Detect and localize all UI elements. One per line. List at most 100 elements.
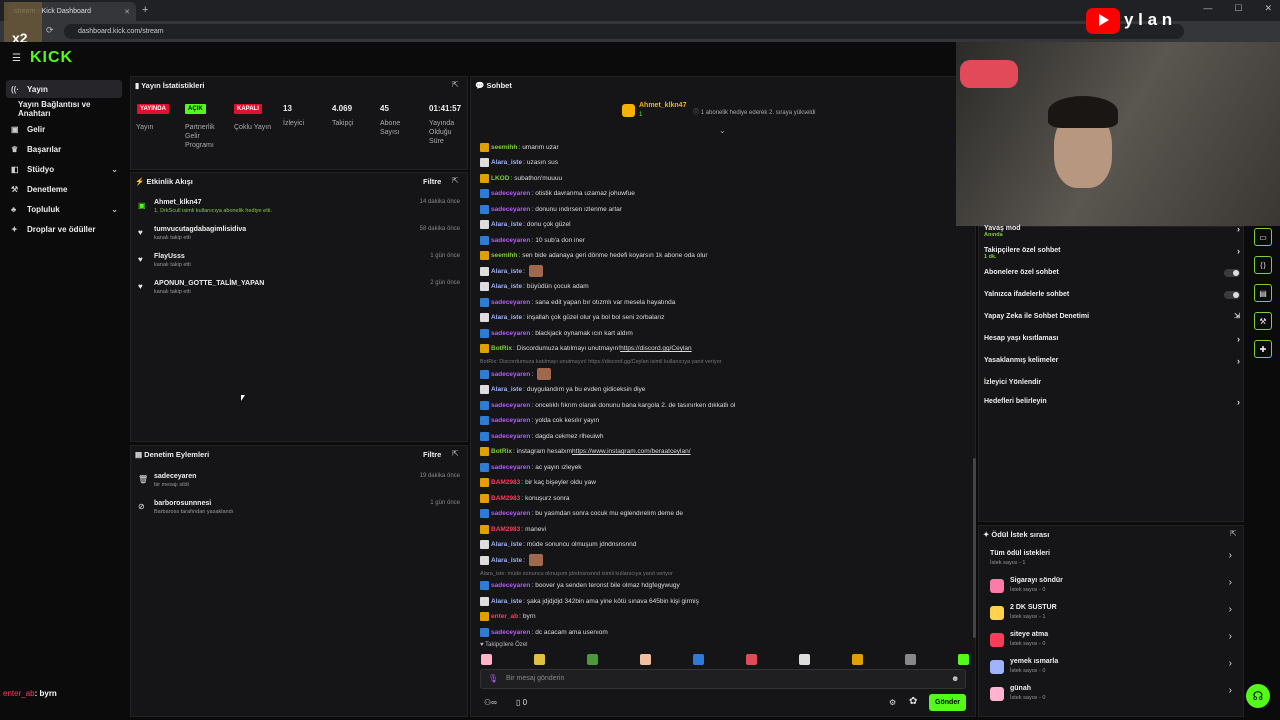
- filter-button[interactable]: Filtre: [423, 177, 441, 186]
- setting-row[interactable]: Hedefleri belirleyin ›: [984, 397, 1240, 407]
- setting-row[interactable]: İzleyici Yönlendir: [984, 379, 1240, 386]
- chat-username[interactable]: sadeceyaren: [491, 299, 530, 306]
- chat-username[interactable]: Alara_iste: [491, 598, 522, 605]
- toggle-switch[interactable]: [1224, 269, 1240, 277]
- emote-button[interactable]: [693, 654, 704, 665]
- chat-username[interactable]: Alara_iste: [491, 541, 522, 548]
- sidebar-item-denetleme[interactable]: ⚒ Denetleme: [6, 180, 122, 198]
- chat-username[interactable]: sadeceyaren: [491, 371, 530, 378]
- emote-button[interactable]: [905, 654, 916, 665]
- close-window-icon[interactable]: ✕: [1264, 3, 1272, 14]
- send-button[interactable]: Gönder: [929, 694, 966, 711]
- setting-row[interactable]: Yasaklanmış kelimeler ›: [984, 356, 1240, 366]
- chat-username[interactable]: Alara_iste: [491, 268, 522, 275]
- chat-username[interactable]: sadeceyaren: [491, 417, 530, 424]
- emote-tab-label[interactable]: ♥ Takipçilere Özel: [480, 642, 527, 648]
- emote-button[interactable]: [481, 654, 492, 665]
- emote-button[interactable]: [852, 654, 863, 665]
- setting-row[interactable]: Yapay Zeka ile Sohbet Denetimi ⇲: [984, 313, 1240, 320]
- help-icon[interactable]: ☊: [1246, 684, 1270, 708]
- broadcast-icon[interactable]: ⟨⟩: [1254, 256, 1272, 274]
- reload-icon[interactable]: ⟳: [46, 25, 54, 36]
- chat-link[interactable]: https://www.instagram.com/beraatceylan/: [572, 448, 691, 455]
- popout-icon[interactable]: ⇱: [452, 449, 459, 458]
- setting-row[interactable]: Takipçilere özel sohbet 1 dk. ›: [984, 246, 1240, 260]
- chat-link[interactable]: https://discord.gg/Ceylan: [620, 345, 692, 352]
- toggle-switch[interactable]: [1224, 291, 1240, 299]
- reward-item[interactable]: Sigarayı söndür İstek sayısı - 0 ›: [988, 577, 1236, 599]
- setting-row[interactable]: Yalnızca ifadelerle sohbet: [984, 291, 1240, 299]
- chat-username[interactable]: BAM2983: [491, 479, 520, 486]
- maximize-icon[interactable]: ☐: [1234, 3, 1242, 14]
- emote-button[interactable]: [640, 654, 651, 665]
- reward-item[interactable]: günah İstek sayısı - 0 ›: [988, 685, 1236, 707]
- minimize-icon[interactable]: —: [1203, 3, 1212, 14]
- sidebar-item-gelir[interactable]: ▣ Gelir: [6, 120, 122, 138]
- window-controls[interactable]: — ☐ ✕: [1203, 3, 1272, 14]
- reward-count: İstek sayısı - 0: [1010, 587, 1046, 593]
- sidebar-item-droplar[interactable]: ✦ Droplar ve ödüller: [6, 220, 122, 238]
- sidebar-item-yayin[interactable]: ((· Yayın: [6, 80, 122, 98]
- chat-username[interactable]: seemihh: [491, 252, 517, 259]
- filter-button[interactable]: Filtre: [423, 450, 441, 459]
- chat-username[interactable]: Alara_iste: [491, 314, 522, 321]
- pinned-user: Ahmet_klkn47: [639, 102, 687, 109]
- emoji-icon[interactable]: ☻: [951, 674, 959, 683]
- chat-username[interactable]: Alara_iste: [491, 557, 522, 564]
- chat-username[interactable]: enter_ab: [491, 613, 518, 620]
- sidebar-item-studyo[interactable]: ◧ Stüdyo ⌄: [6, 160, 122, 178]
- chat-username[interactable]: sadeceyaren: [491, 402, 530, 409]
- menu-icon[interactable]: ☰: [12, 53, 21, 64]
- chat-username[interactable]: sadeceyaren: [491, 510, 530, 517]
- chat-username[interactable]: BotRix: [491, 448, 512, 455]
- chat-scrollbar[interactable]: [973, 458, 976, 638]
- wrench-icon[interactable]: ⚒: [1254, 312, 1272, 330]
- emote-button[interactable]: [534, 654, 545, 665]
- reward-item[interactable]: 2 DK SUSTUR İstek sayısı - 1 ›: [988, 604, 1236, 626]
- chat-bubble-icon[interactable]: ▭: [1254, 228, 1272, 246]
- sidebar-item-basarilar[interactable]: ♛ Başarılar: [6, 140, 122, 158]
- reward-item[interactable]: siteye atma İstek sayısı - 0 ›: [988, 631, 1236, 653]
- chat-username[interactable]: sadeceyaren: [491, 629, 530, 636]
- chat-username[interactable]: Alara_iste: [491, 159, 522, 166]
- puzzle-icon[interactable]: ✚: [1254, 340, 1272, 358]
- chat-username[interactable]: Alara_iste: [491, 386, 522, 393]
- chat-username[interactable]: sadeceyaren: [491, 206, 530, 213]
- chat-username[interactable]: BotRix: [491, 345, 512, 352]
- chat-username[interactable]: sadeceyaren: [491, 433, 530, 440]
- reward-item[interactable]: yemek ısmarla İstek sayısı - 0 ›: [988, 658, 1236, 680]
- settings-icon[interactable]: ⚙: [889, 698, 896, 707]
- chat-username[interactable]: sadeceyaren: [491, 330, 530, 337]
- emote-button[interactable]: [746, 654, 757, 665]
- popout-icon[interactable]: ⇱: [452, 80, 459, 89]
- chat-username[interactable]: BAM2983: [491, 526, 520, 533]
- layout-icon[interactable]: ▤: [1254, 284, 1272, 302]
- gear-icon[interactable]: ✿: [909, 696, 917, 707]
- chat-username[interactable]: sadeceyaren: [491, 464, 530, 471]
- kick-logo[interactable]: KICK: [30, 49, 73, 67]
- chat-username[interactable]: sadeceyaren: [491, 190, 530, 197]
- close-icon[interactable]: ✕: [124, 8, 130, 16]
- mic-icon[interactable]: 🎙: [488, 674, 498, 683]
- emote-button[interactable]: [799, 654, 810, 665]
- chat-username[interactable]: sadeceyaren: [491, 237, 530, 244]
- url-field[interactable]: dashboard.kick.com/stream: [64, 24, 1184, 39]
- setting-row[interactable]: Yavaş mod Anında ›: [984, 224, 1240, 238]
- emote-button[interactable]: [587, 654, 598, 665]
- chat-username[interactable]: seemihh: [491, 144, 517, 151]
- chat-username[interactable]: Alara_iste: [491, 283, 522, 290]
- setting-row[interactable]: Hesap yaşı kısıtlaması ›: [984, 334, 1240, 344]
- sidebar-item-stream-key[interactable]: Yayın Bağlantısı ve Anahtarı: [6, 100, 122, 118]
- chat-username[interactable]: BAM2983: [491, 495, 520, 502]
- chat-username[interactable]: sadeceyaren: [491, 582, 530, 589]
- popout-icon[interactable]: ⇱: [1230, 529, 1237, 538]
- reward-item[interactable]: Tüm ödül istekleri İstek sayısı - 1 ›: [988, 550, 1236, 572]
- chat-username[interactable]: Alara_iste: [491, 221, 522, 228]
- new-tab-icon[interactable]: +: [142, 4, 148, 16]
- sidebar-item-topluluk[interactable]: ♣ Topluluk ⌄: [6, 200, 122, 218]
- emote-button[interactable]: [958, 654, 969, 665]
- chat-username[interactable]: LKOD: [491, 175, 509, 182]
- collapse-icon[interactable]: ⌄: [719, 126, 726, 135]
- popout-icon[interactable]: ⇱: [452, 176, 459, 185]
- setting-row[interactable]: Abonelere özel sohbet: [984, 269, 1240, 277]
